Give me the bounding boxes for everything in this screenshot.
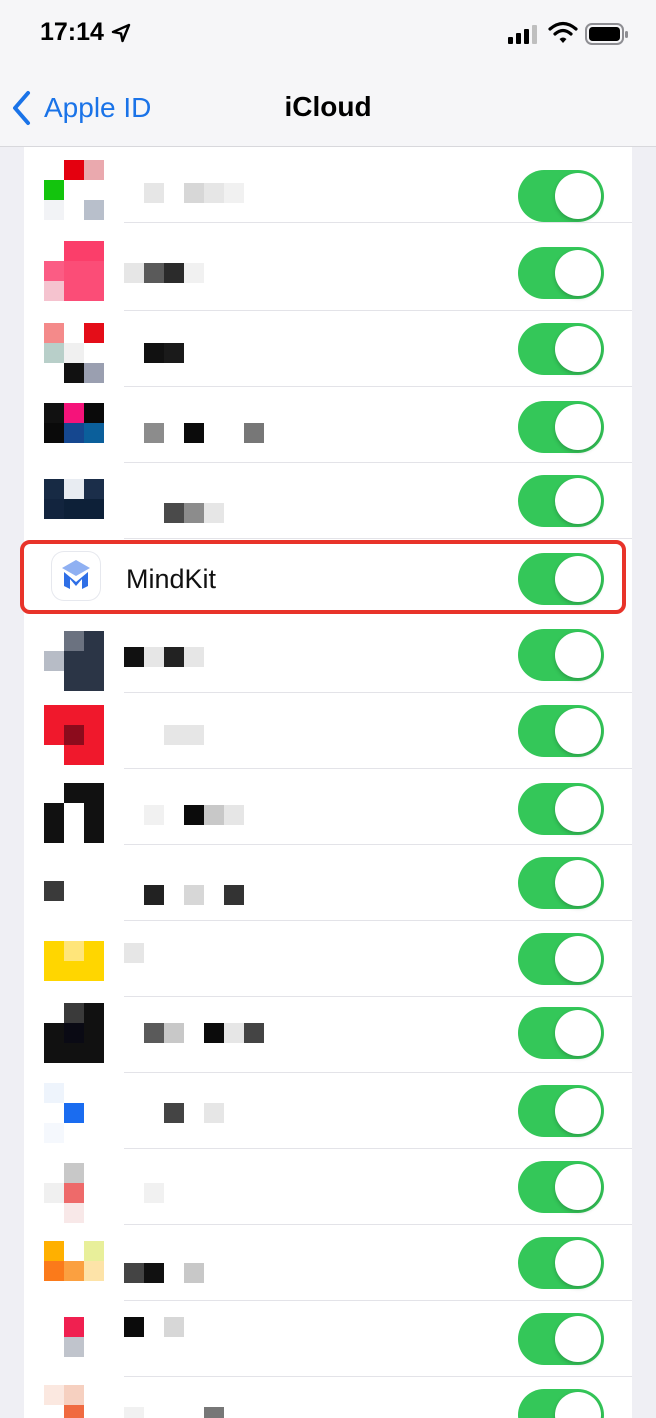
app-row xyxy=(24,1377,632,1418)
cellular-signal-icon xyxy=(508,25,537,44)
toggle-knob xyxy=(555,1164,601,1210)
app-row xyxy=(24,1073,632,1149)
toggle-knob xyxy=(555,250,601,296)
toggle-knob xyxy=(555,1392,601,1418)
pixelated-app-label xyxy=(124,423,264,443)
app-row xyxy=(24,147,632,223)
app-icloud-toggle[interactable] xyxy=(518,1007,604,1059)
app-row xyxy=(24,311,632,387)
toggle-knob xyxy=(555,1316,601,1362)
pixelated-app-label xyxy=(124,1263,204,1283)
app-row xyxy=(24,463,632,539)
app-icloud-toggle[interactable] xyxy=(518,783,604,835)
pixelated-app-label xyxy=(124,1103,224,1123)
app-icloud-toggle[interactable] xyxy=(518,1389,604,1418)
app-icloud-toggle[interactable] xyxy=(518,1161,604,1213)
pixelated-app-icon xyxy=(44,1385,104,1418)
pixelated-app-icon xyxy=(44,631,104,691)
toggle-knob xyxy=(555,556,601,602)
pixelated-app-label xyxy=(124,943,144,963)
app-icloud-toggle[interactable] xyxy=(518,705,604,757)
app-row-mindkit: MindKit xyxy=(24,541,632,617)
pixelated-app-label xyxy=(124,183,244,203)
app-row xyxy=(24,387,632,463)
mindkit-icloud-toggle[interactable] xyxy=(518,553,604,605)
app-icloud-toggle[interactable] xyxy=(518,170,604,222)
pixelated-app-icon xyxy=(44,861,104,921)
pixelated-app-icon xyxy=(44,1241,104,1301)
toggle-knob xyxy=(555,1088,601,1134)
pixelated-app-icon xyxy=(44,1163,104,1223)
toggle-knob xyxy=(555,936,601,982)
app-row xyxy=(24,235,632,311)
app-icloud-toggle[interactable] xyxy=(518,629,604,681)
pixelated-app-icon xyxy=(44,1003,104,1063)
app-icloud-toggle[interactable] xyxy=(518,475,604,527)
apps-using-icloud-list: MindKit xyxy=(24,147,632,1418)
app-row xyxy=(24,1225,632,1301)
app-row xyxy=(24,997,632,1073)
toggle-knob xyxy=(555,1010,601,1056)
toggle-knob xyxy=(555,786,601,832)
mindkit-app-icon xyxy=(52,552,100,600)
pixelated-app-icon xyxy=(44,705,104,765)
row-divider xyxy=(124,222,632,223)
toggle-knob xyxy=(555,173,601,219)
app-name-label: MindKit xyxy=(126,564,217,594)
pixelated-app-label xyxy=(124,1317,184,1337)
toggle-knob xyxy=(555,708,601,754)
location-arrow-icon xyxy=(111,23,131,43)
app-icloud-toggle[interactable] xyxy=(518,1237,604,1289)
app-icloud-toggle[interactable] xyxy=(518,1313,604,1365)
pixelated-app-icon xyxy=(44,160,104,220)
app-row xyxy=(24,921,632,1001)
pixelated-app-label xyxy=(124,1023,264,1043)
pixelated-app-label xyxy=(124,503,224,523)
toggle-knob xyxy=(555,478,601,524)
app-icloud-toggle[interactable] xyxy=(518,401,604,453)
pixelated-app-icon xyxy=(44,403,104,463)
toggle-knob xyxy=(555,860,601,906)
pixelated-app-icon xyxy=(44,323,104,383)
app-icloud-toggle[interactable] xyxy=(518,933,604,985)
pixelated-app-icon xyxy=(44,241,104,301)
status-time: 17:14 xyxy=(40,18,104,46)
page-title: iCloud xyxy=(284,91,372,122)
pixelated-app-icon xyxy=(44,941,104,1001)
pixelated-app-label xyxy=(124,805,244,825)
toggle-knob xyxy=(555,326,601,372)
battery-icon xyxy=(585,23,628,45)
pixelated-app-label xyxy=(124,263,204,283)
toggle-knob xyxy=(555,632,601,678)
pixelated-app-icon xyxy=(44,1317,104,1377)
app-row xyxy=(24,1149,632,1225)
app-icloud-toggle[interactable] xyxy=(518,857,604,909)
app-row xyxy=(24,1301,632,1377)
pixelated-app-label xyxy=(124,1183,164,1203)
app-row xyxy=(24,693,632,769)
app-row xyxy=(24,617,632,693)
status-bar: 17:14 xyxy=(0,0,656,70)
row-divider xyxy=(124,538,632,539)
pixelated-app-icon xyxy=(44,1083,104,1143)
app-icloud-toggle[interactable] xyxy=(518,247,604,299)
pixelated-app-label xyxy=(124,647,204,667)
mindkit-logo-icon xyxy=(62,560,90,589)
pixelated-app-icon xyxy=(44,783,104,843)
app-icloud-toggle[interactable] xyxy=(518,1085,604,1137)
toggle-knob xyxy=(555,404,601,450)
pixelated-app-icon xyxy=(44,479,104,539)
app-row xyxy=(24,769,632,845)
pixelated-app-label xyxy=(124,725,204,745)
pixelated-app-label xyxy=(124,343,184,363)
app-icloud-toggle[interactable] xyxy=(518,323,604,375)
navigation-bar: Apple ID iCloud xyxy=(0,70,656,147)
pixelated-app-label xyxy=(124,1407,244,1418)
pixelated-app-label xyxy=(124,885,244,905)
toggle-knob xyxy=(555,1240,601,1286)
wifi-icon xyxy=(548,21,578,43)
app-row xyxy=(24,845,632,921)
